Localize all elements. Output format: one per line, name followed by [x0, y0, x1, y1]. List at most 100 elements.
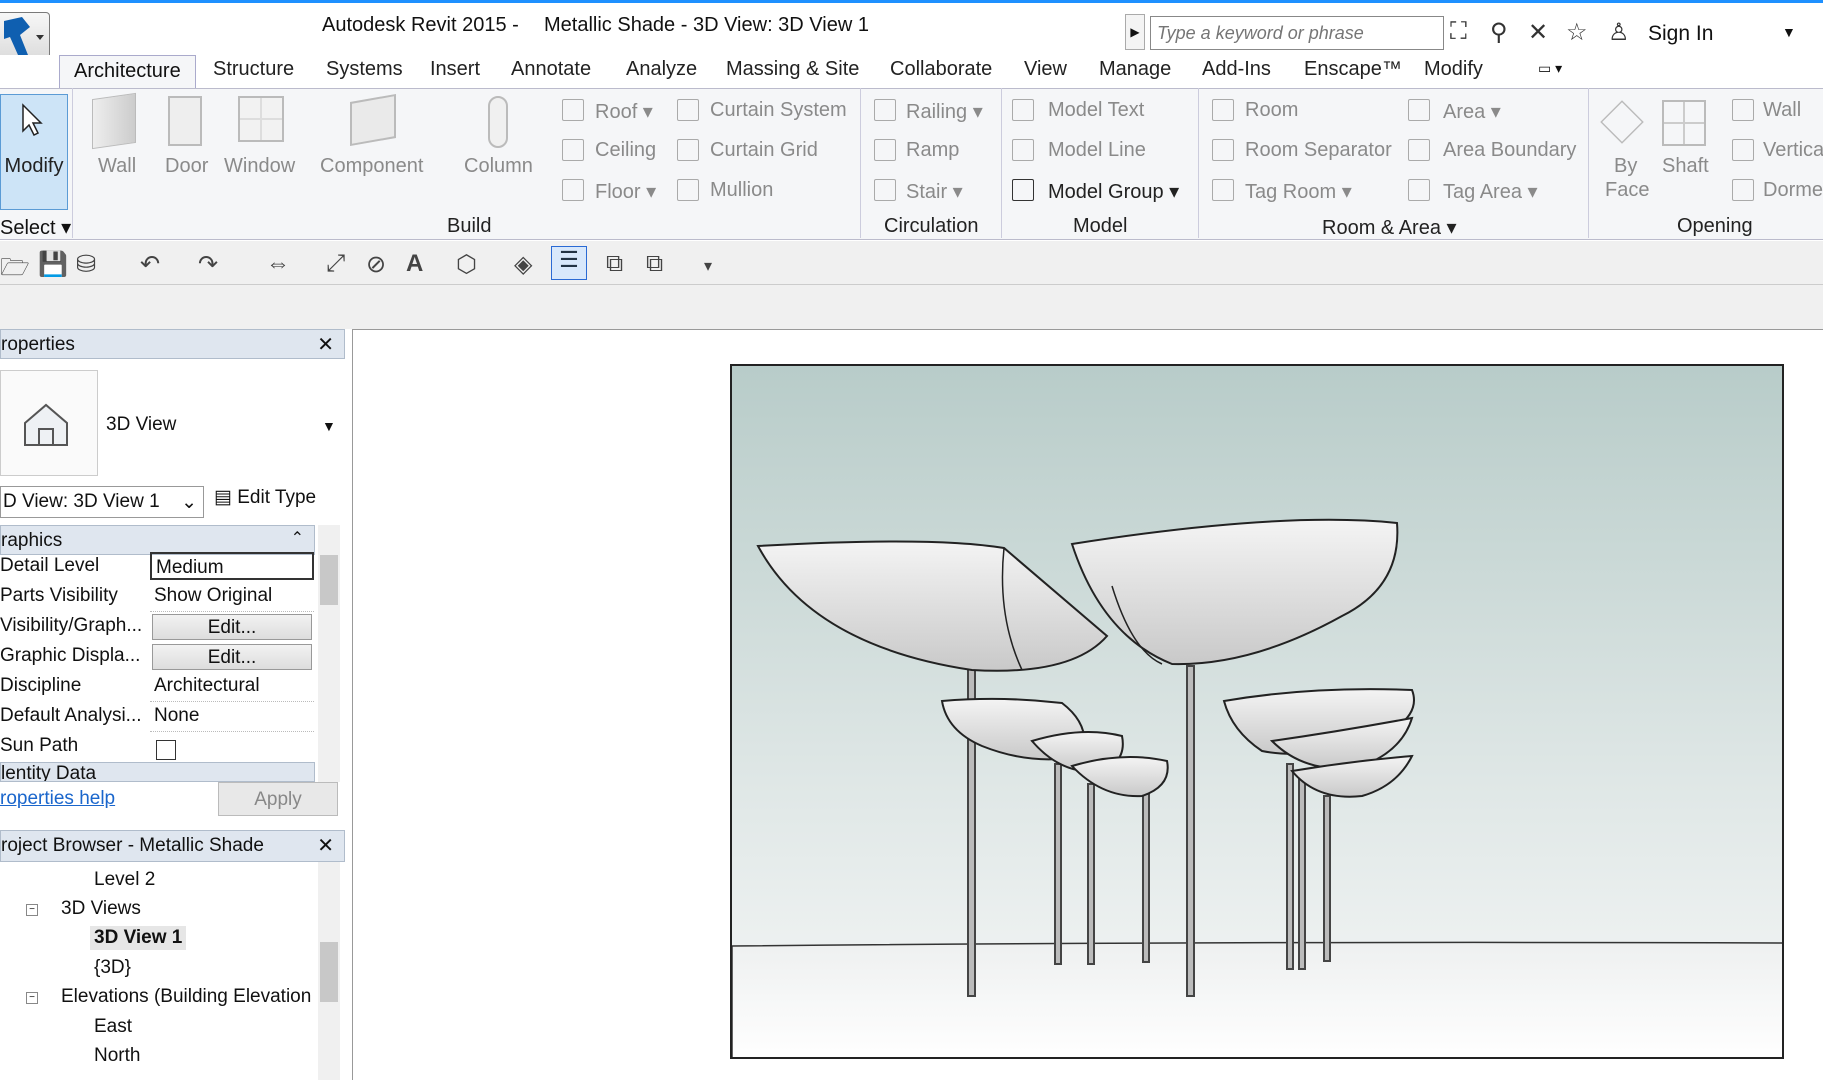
properties-scrollbar[interactable] [318, 525, 340, 782]
sign-in-dropdown-icon[interactable]: ▼ [1782, 24, 1796, 40]
3d-viewport[interactable] [730, 364, 1784, 1059]
communication-icon[interactable]: ✕ [1528, 18, 1548, 47]
tab-analyze[interactable]: Analyze [626, 58, 697, 81]
select-dropdown[interactable]: Select ▾ [0, 215, 71, 240]
tree-item-3d[interactable]: {3D} [94, 957, 131, 979]
collapse-icon[interactable]: − [26, 992, 38, 1004]
tab-enscape[interactable]: Enscape™ [1304, 58, 1402, 81]
collapse-icon[interactable]: − [26, 904, 38, 916]
floor-button[interactable]: Floor ▾ [595, 179, 656, 204]
browser-scrollbar[interactable] [318, 862, 340, 1080]
save-icon[interactable]: 💾 [38, 250, 68, 279]
close-icon[interactable]: ✕ [317, 332, 334, 357]
room-button[interactable]: Room [1245, 99, 1298, 122]
door-button[interactable]: Door [165, 155, 208, 178]
by-face-button-line1[interactable]: By [1614, 155, 1637, 178]
model-line-button[interactable]: Model Line [1048, 139, 1146, 162]
tab-manage[interactable]: Manage [1099, 58, 1171, 81]
tab-modify[interactable]: Modify [1424, 58, 1483, 81]
wall-button[interactable]: Wall [98, 155, 136, 178]
ceiling-button[interactable]: Ceiling [595, 139, 656, 162]
sun-path-checkbox[interactable] [156, 740, 176, 760]
window-button[interactable]: Window [224, 155, 295, 178]
default-3d-view-icon[interactable]: ⬡ [456, 250, 477, 279]
tag-room-button[interactable]: Tag Room ▾ [1245, 179, 1352, 204]
type-selector-dropdown[interactable]: ▼ [322, 418, 336, 434]
curtain-system-button[interactable]: Curtain System [710, 99, 847, 122]
tree-item-level2[interactable]: Level 2 [94, 869, 155, 891]
undo-icon[interactable]: ↶ [140, 250, 160, 279]
area-button[interactable]: Area ▾ [1443, 99, 1501, 124]
tag-icon[interactable]: ⊘ [366, 250, 386, 279]
redo-icon[interactable]: ↷ [198, 250, 218, 279]
tree-item-3d-views[interactable]: 3D Views [61, 898, 141, 920]
sign-in-button[interactable]: Sign In [1648, 22, 1713, 46]
parts-visibility-field[interactable]: Show Original [150, 582, 314, 612]
tab-systems[interactable]: Systems [326, 58, 403, 81]
section-icon[interactable]: ◈ [514, 250, 532, 279]
subscription-icon[interactable]: ⚲ [1490, 18, 1508, 47]
detail-level-field[interactable]: Medium [150, 552, 314, 580]
apply-button[interactable]: Apply [218, 782, 338, 816]
ribbon-minimize-icon[interactable]: ▭ ▾ [1538, 60, 1574, 82]
aligned-dimension-icon[interactable]: ⤢ [326, 250, 345, 278]
properties-help-link[interactable]: roperties help [0, 788, 115, 810]
by-face-button-line2[interactable]: Face [1605, 179, 1649, 202]
close-hidden-windows-icon[interactable]: ⧉ [606, 250, 623, 278]
room-separator-button[interactable]: Room Separator [1245, 139, 1392, 162]
tree-item-east[interactable]: East [94, 1016, 132, 1038]
tab-massing-site[interactable]: Massing & Site [726, 58, 859, 81]
tab-add-ins[interactable]: Add-Ins [1202, 58, 1271, 81]
binoculars-icon[interactable]: ⛶ [1450, 18, 1467, 46]
room-area-panel-title[interactable]: Room & Area ▾ [1322, 215, 1457, 240]
tab-annotate[interactable]: Annotate [511, 58, 591, 81]
discipline-field[interactable]: Architectural [150, 672, 314, 702]
tab-architecture[interactable]: Architecture [59, 55, 196, 88]
model-group-button[interactable]: Model Group ▾ [1048, 179, 1179, 204]
railing-button[interactable]: Railing ▾ [906, 99, 983, 124]
tag-area-button[interactable]: Tag Area ▾ [1443, 179, 1538, 204]
model-text-button[interactable]: Model Text [1048, 99, 1144, 122]
ramp-button[interactable]: Ramp [906, 139, 959, 162]
view-selector[interactable]: D View: 3D View 1 ⌄ [0, 486, 204, 518]
tree-item-3d-view-1[interactable]: 3D View 1 [90, 926, 187, 950]
view-selector-label: D View: 3D View 1 [3, 491, 160, 512]
search-expand-icon[interactable]: ▶ [1125, 14, 1145, 50]
identity-section-header[interactable]: lentity Data [0, 762, 315, 782]
stair-button[interactable]: Stair ▾ [906, 179, 963, 204]
curtain-grid-button[interactable]: Curtain Grid [710, 139, 818, 162]
measure-icon[interactable]: ⇔ [266, 250, 290, 278]
tree-item-elevations[interactable]: Elevations (Building Elevation [61, 986, 317, 1008]
tab-structure[interactable]: Structure [213, 58, 294, 81]
thin-lines-icon[interactable]: ☰ [551, 246, 587, 280]
user-icon[interactable]: ♙ [1608, 18, 1630, 47]
roof-button[interactable]: Roof ▾ [595, 99, 653, 124]
graphics-section-header[interactable]: raphics ⌃ [0, 525, 315, 555]
switch-windows-icon[interactable]: ⧉ [646, 250, 663, 278]
tab-view[interactable]: View [1024, 58, 1067, 81]
favorites-star-icon[interactable]: ☆ [1566, 18, 1588, 47]
graphic-display-edit-button[interactable]: Edit... [152, 644, 312, 670]
modify-button[interactable]: Modify [0, 94, 68, 210]
vg-edit-button[interactable]: Edit... [152, 614, 312, 640]
default-analysis-field[interactable]: None [150, 702, 314, 732]
text-icon[interactable]: A [406, 250, 423, 278]
tab-collaborate[interactable]: Collaborate [890, 58, 992, 81]
customize-toolbar-icon[interactable]: ▾ [704, 256, 712, 276]
tree-item-north[interactable]: North [94, 1045, 140, 1067]
component-button[interactable]: Component [320, 155, 423, 178]
shaft-button[interactable]: Shaft [1662, 155, 1709, 178]
wall-opening-button[interactable]: Wall [1763, 99, 1801, 122]
build-panel-title: Build [447, 215, 492, 237]
close-icon[interactable]: ✕ [317, 833, 334, 858]
mullion-button[interactable]: Mullion [710, 179, 773, 202]
vertical-opening-button[interactable]: Vertical [1763, 139, 1823, 162]
application-menu-button[interactable] [0, 12, 50, 60]
edit-type-button[interactable]: ▤ Edit Type [214, 486, 316, 509]
column-button[interactable]: Column [464, 155, 533, 178]
sync-icon[interactable]: ⛁ [76, 250, 96, 279]
area-boundary-button[interactable]: Area Boundary [1443, 139, 1576, 162]
tab-insert[interactable]: Insert [430, 58, 480, 81]
search-input[interactable] [1150, 16, 1444, 50]
dormer-button[interactable]: Dorme [1763, 179, 1823, 202]
